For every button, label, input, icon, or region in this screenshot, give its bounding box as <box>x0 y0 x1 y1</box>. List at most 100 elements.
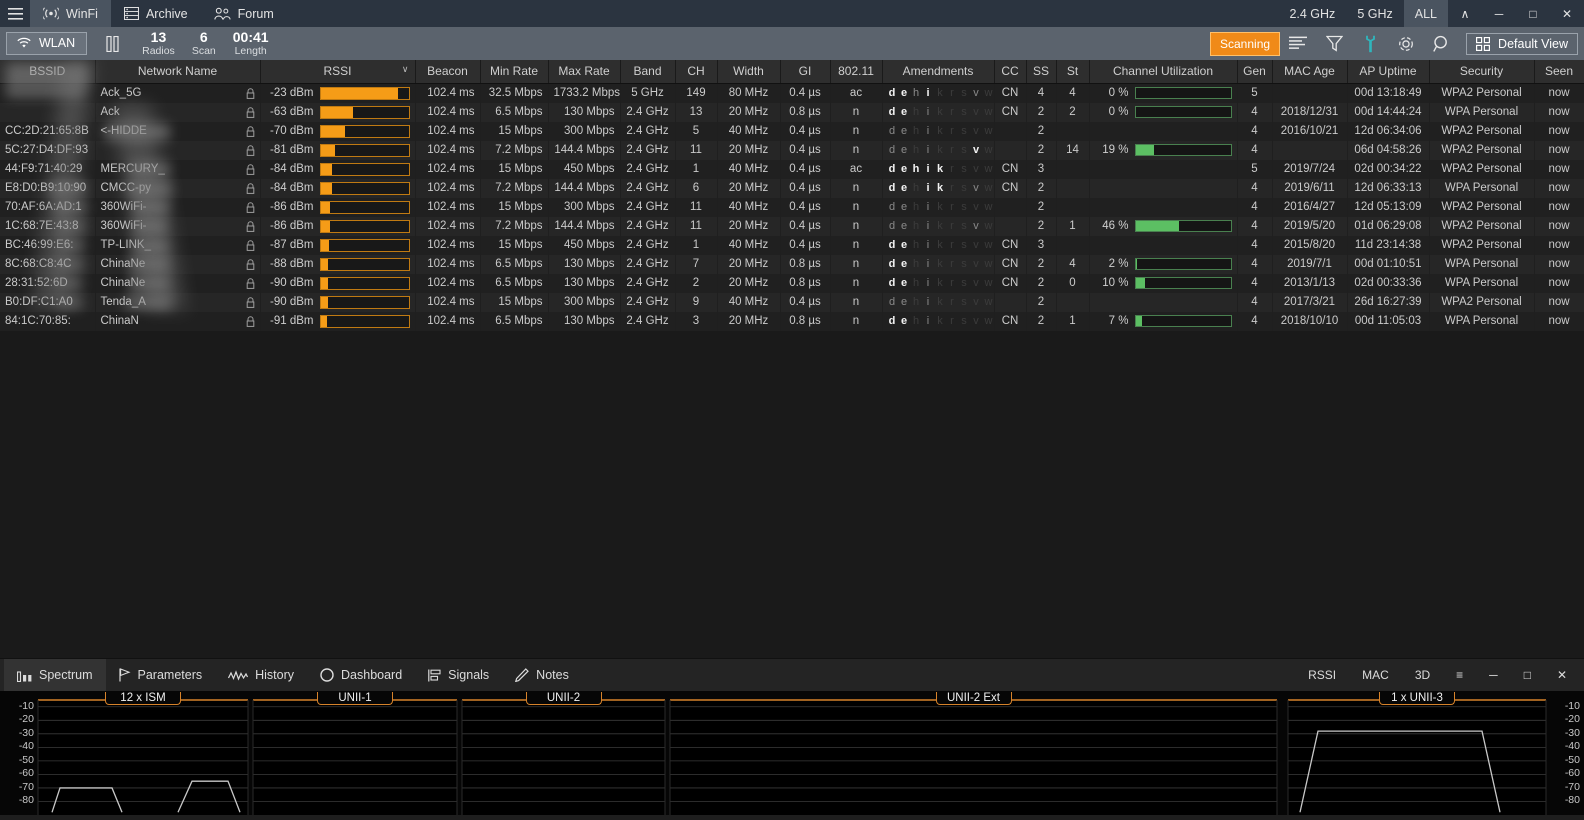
wlan-adapter-button[interactable]: WLAN <box>6 32 88 55</box>
column-header-mac-age[interactable]: MAC Age <box>1272 60 1348 84</box>
scan-stats: 13 Radios 6 Scan 00:41 Length <box>142 30 268 57</box>
cell-channel: 1 <box>675 159 718 179</box>
settings-button[interactable] <box>1388 27 1424 60</box>
column-header-seen[interactable]: Seen <box>1534 60 1584 84</box>
hamburger-menu-button[interactable] <box>0 0 30 27</box>
column-header-gi[interactable]: GI <box>780 60 831 84</box>
channel-utilization-bar <box>1134 277 1232 289</box>
column-header-cc[interactable]: CC <box>994 60 1027 84</box>
table-row[interactable]: BC:46:99:E6: TP-LINK_ -87 dBm 102.4 ms 15 Mb… <box>0 235 1584 255</box>
column-header-bssid[interactable]: BSSID <box>0 60 96 84</box>
panel-close-button[interactable]: ✕ <box>1544 659 1580 692</box>
table-row[interactable]: B0:DF:C1:A0 Tenda_A -90 dBm 102.4 ms 15 Mbps… <box>0 292 1584 312</box>
cell-gen: 4 <box>1237 254 1273 274</box>
amendment-flag: w <box>984 296 993 308</box>
amendment-flag: v <box>973 163 979 175</box>
tab-winfi[interactable]: WinFi <box>30 0 111 27</box>
column-header-gen[interactable]: Gen <box>1237 60 1273 84</box>
scanning-status-badge[interactable]: Scanning <box>1210 31 1281 56</box>
amendment-flag: e <box>900 239 908 251</box>
spectrum-chart[interactable]: -10 -10 -20 -20 -30 -30 -40 -40 -50 -50 -60 -60 -70-… <box>0 691 1584 815</box>
column-header-amendments[interactable]: Amendments <box>882 60 995 84</box>
gear-icon <box>1399 36 1413 51</box>
column-header-security[interactable]: Security <box>1429 60 1535 84</box>
mac-toggle[interactable]: MAC <box>1349 659 1402 692</box>
column-header-band[interactable]: Band <box>620 60 676 84</box>
tab-signals-label: Signals <box>448 668 490 682</box>
table-row[interactable]: 70:AF:6A:AD:1 360WiFi- -86 dBm 102.4 ms 15 M… <box>0 197 1584 217</box>
tab-forum[interactable]: Forum <box>201 0 287 27</box>
search-button[interactable] <box>1424 27 1460 60</box>
band-filter-5ghz[interactable]: 5 GHz <box>1346 0 1403 27</box>
cell-ap-uptime: 11d 23:14:38 <box>1347 235 1430 255</box>
close-button[interactable]: ✕ <box>1550 0 1584 27</box>
tab-history[interactable]: History <box>215 659 307 692</box>
amendment-flag: w <box>984 87 993 99</box>
cell-country-code: CN <box>994 254 1027 274</box>
list-view-button[interactable] <box>1280 27 1316 60</box>
cell-gi: 0.4 µs <box>780 216 831 236</box>
tab-spectrum[interactable]: Spectrum <box>4 658 106 692</box>
table-row[interactable]: CC:2D:21:65:8B <-HIDDE -70 dBm 102.4 ms 15 M… <box>0 121 1584 141</box>
table-row[interactable]: 28:31:52:6D ChinaNe -90 dBm 102.4 ms 6.5 Mbp… <box>0 273 1584 293</box>
threed-toggle[interactable]: 3D <box>1402 659 1443 692</box>
tab-spectrum-label: Spectrum <box>39 668 93 682</box>
column-header-beacon[interactable]: Beacon <box>415 60 481 84</box>
cell-stations: 1 <box>1056 311 1090 331</box>
band-filter-24ghz[interactable]: 2.4 GHz <box>1278 0 1346 27</box>
column-header-ap-uptime[interactable]: AP Uptime <box>1347 60 1430 84</box>
table-row[interactable]: Ack -63 dBm 102.4 ms 6.5 Mbps 130 Mbps 2.4 GH… <box>0 102 1584 122</box>
column-header-ss[interactable]: SS <box>1026 60 1057 84</box>
table-row[interactable]: 1C:68:7E:43:8 360WiFi- -86 dBm 102.4 ms 7.2 … <box>0 216 1584 236</box>
panel-minimize-button[interactable]: ─ <box>1476 659 1511 692</box>
rssi-toggle[interactable]: RSSI <box>1295 659 1349 692</box>
table-row[interactable]: Ack_5G -23 dBm 102.4 ms 32.5 Mbps 1733.2 Mbp… <box>0 83 1584 103</box>
filter-button[interactable] <box>1316 27 1352 60</box>
lock-icon <box>246 144 254 156</box>
amendment-flag: v <box>973 106 979 118</box>
view-preset-button[interactable]: Default View <box>1466 32 1578 55</box>
tab-signals[interactable]: Signals <box>415 659 502 692</box>
column-header-st[interactable]: St <box>1056 60 1090 84</box>
menu-icon[interactable]: ≡ <box>1443 659 1476 692</box>
rssi-value: -91 dBm <box>270 315 314 327</box>
column-header-rssi[interactable]: RSSI ∨ <box>260 60 416 84</box>
table-row[interactable]: 84:1C:70:85: ChinaN -91 dBm 102.4 ms 6.5 Mbp… <box>0 311 1584 331</box>
table-row[interactable]: E8:D0:B9:10:90 CMCC-py -84 dBm 102.4 ms 7.2 … <box>0 178 1584 198</box>
amendment-flag: w <box>984 201 993 213</box>
tab-archive[interactable]: Archive <box>111 0 201 27</box>
column-header-ch[interactable]: CH <box>675 60 718 84</box>
rssi-value: -90 dBm <box>270 296 314 308</box>
threed-toggle-label: 3D <box>1414 668 1431 682</box>
cell-channel: 5 <box>675 121 718 141</box>
tab-parameters[interactable]: Parameters <box>106 659 216 692</box>
band-filter-all[interactable]: ALL <box>1403 0 1448 27</box>
cell-gen: 4 <box>1237 235 1273 255</box>
table-row[interactable]: 5C:27:D4:DF:93 -81 dBm 102.4 ms 7.2 Mbps 144… <box>0 140 1584 160</box>
cell-seen: now <box>1534 311 1584 331</box>
amendment-flag: s <box>961 201 967 213</box>
cell-seen: now <box>1534 197 1584 217</box>
network-name-text: TP-LINK_ <box>100 239 152 251</box>
cell-gen: 4 <box>1237 273 1273 293</box>
column-header-min-rate[interactable]: Min Rate <box>480 60 549 84</box>
table-row[interactable]: 8C:68:C8:4C ChinaNe -88 dBm 102.4 ms 6.5 Mbp… <box>0 254 1584 274</box>
collapse-button[interactable]: ∧ <box>1448 0 1482 27</box>
rssi-bar-fill <box>320 182 332 194</box>
column-header-network-name[interactable]: Network Name <box>95 60 261 84</box>
column-header-width[interactable]: Width <box>717 60 781 84</box>
column-header-max-rate[interactable]: Max Rate <box>548 60 621 84</box>
column-header-label: GI <box>798 64 812 79</box>
minimize-button[interactable]: ─ <box>1482 0 1516 27</box>
tab-dashboard[interactable]: Dashboard <box>307 659 415 692</box>
pause-scan-button[interactable] <box>95 35 129 52</box>
table-row[interactable]: 44:F9:71:40:29 MERCURY_ -84 dBm 102.4 ms 15 … <box>0 159 1584 179</box>
column-header-channel-utilization[interactable]: Channel Utilization <box>1089 60 1238 84</box>
amendment-flag: k <box>936 182 944 194</box>
cell-spatial-streams: 2 <box>1026 102 1057 122</box>
panel-maximize-button[interactable]: □ <box>1511 659 1544 692</box>
column-header-802-11[interactable]: 802.11 <box>830 60 883 84</box>
tools-button[interactable] <box>1352 27 1388 60</box>
maximize-button[interactable]: □ <box>1516 0 1550 27</box>
tab-notes[interactable]: Notes <box>502 659 582 692</box>
